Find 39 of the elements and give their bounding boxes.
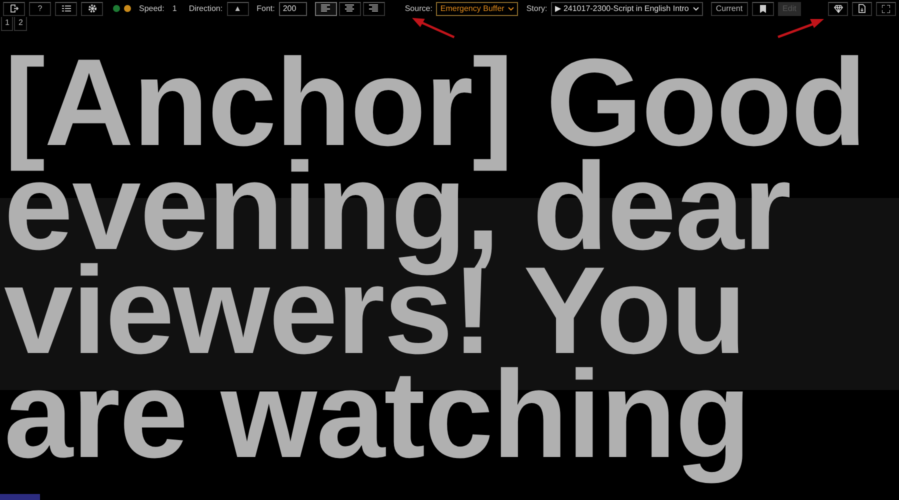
- font-label: Font:: [256, 2, 275, 14]
- direction-label: Direction:: [188, 2, 223, 14]
- indicator-bar: [0, 494, 40, 500]
- diamond-icon: [834, 4, 842, 12]
- prompter-text: [Anchor] Good evening, dear viewers! You are watching: [4, 41, 867, 486]
- align-center-icon: [345, 4, 354, 13]
- story-dropdown[interactable]: ▶ 241017-2300-Script in English Intro: [551, 2, 703, 16]
- direction-button[interactable]: ▲: [226, 2, 249, 16]
- story-label: Story:: [526, 2, 548, 14]
- settings-button[interactable]: [81, 2, 103, 16]
- bookmark-icon: [760, 4, 766, 12]
- annotation-arrow: [776, 17, 824, 39]
- diamond-button[interactable]: [828, 2, 848, 16]
- file-button[interactable]: [852, 2, 872, 16]
- settings-icon: [88, 4, 96, 13]
- align-right-icon: [369, 4, 378, 13]
- align-right-button[interactable]: [362, 2, 385, 16]
- exit-icon: [10, 4, 18, 13]
- source-dropdown[interactable]: Emergency Buffer: [436, 2, 518, 16]
- caret-icon: [692, 6, 699, 10]
- speed-label: Speed:: [139, 2, 164, 14]
- help-button[interactable]: ?: [29, 2, 51, 16]
- fullscreen-button[interactable]: [876, 2, 896, 16]
- source-label: Source:: [404, 2, 432, 14]
- align-left-button[interactable]: [314, 2, 337, 16]
- page-tab[interactable]: 1: [1, 17, 14, 31]
- list-button[interactable]: [55, 2, 77, 16]
- bookmark-button[interactable]: [752, 2, 774, 16]
- exit-button[interactable]: [3, 2, 25, 16]
- fullscreen-icon: [882, 4, 890, 12]
- font-size-field[interactable]: 200: [278, 2, 307, 16]
- current-button[interactable]: Current: [710, 2, 748, 16]
- caret-icon: [508, 6, 514, 10]
- list-icon: [62, 5, 70, 12]
- align-center-button[interactable]: [338, 2, 361, 16]
- page-tab[interactable]: 2: [14, 17, 27, 31]
- file-icon: [858, 4, 866, 13]
- align-left-icon: [321, 4, 330, 13]
- speed-value: 1: [172, 2, 177, 14]
